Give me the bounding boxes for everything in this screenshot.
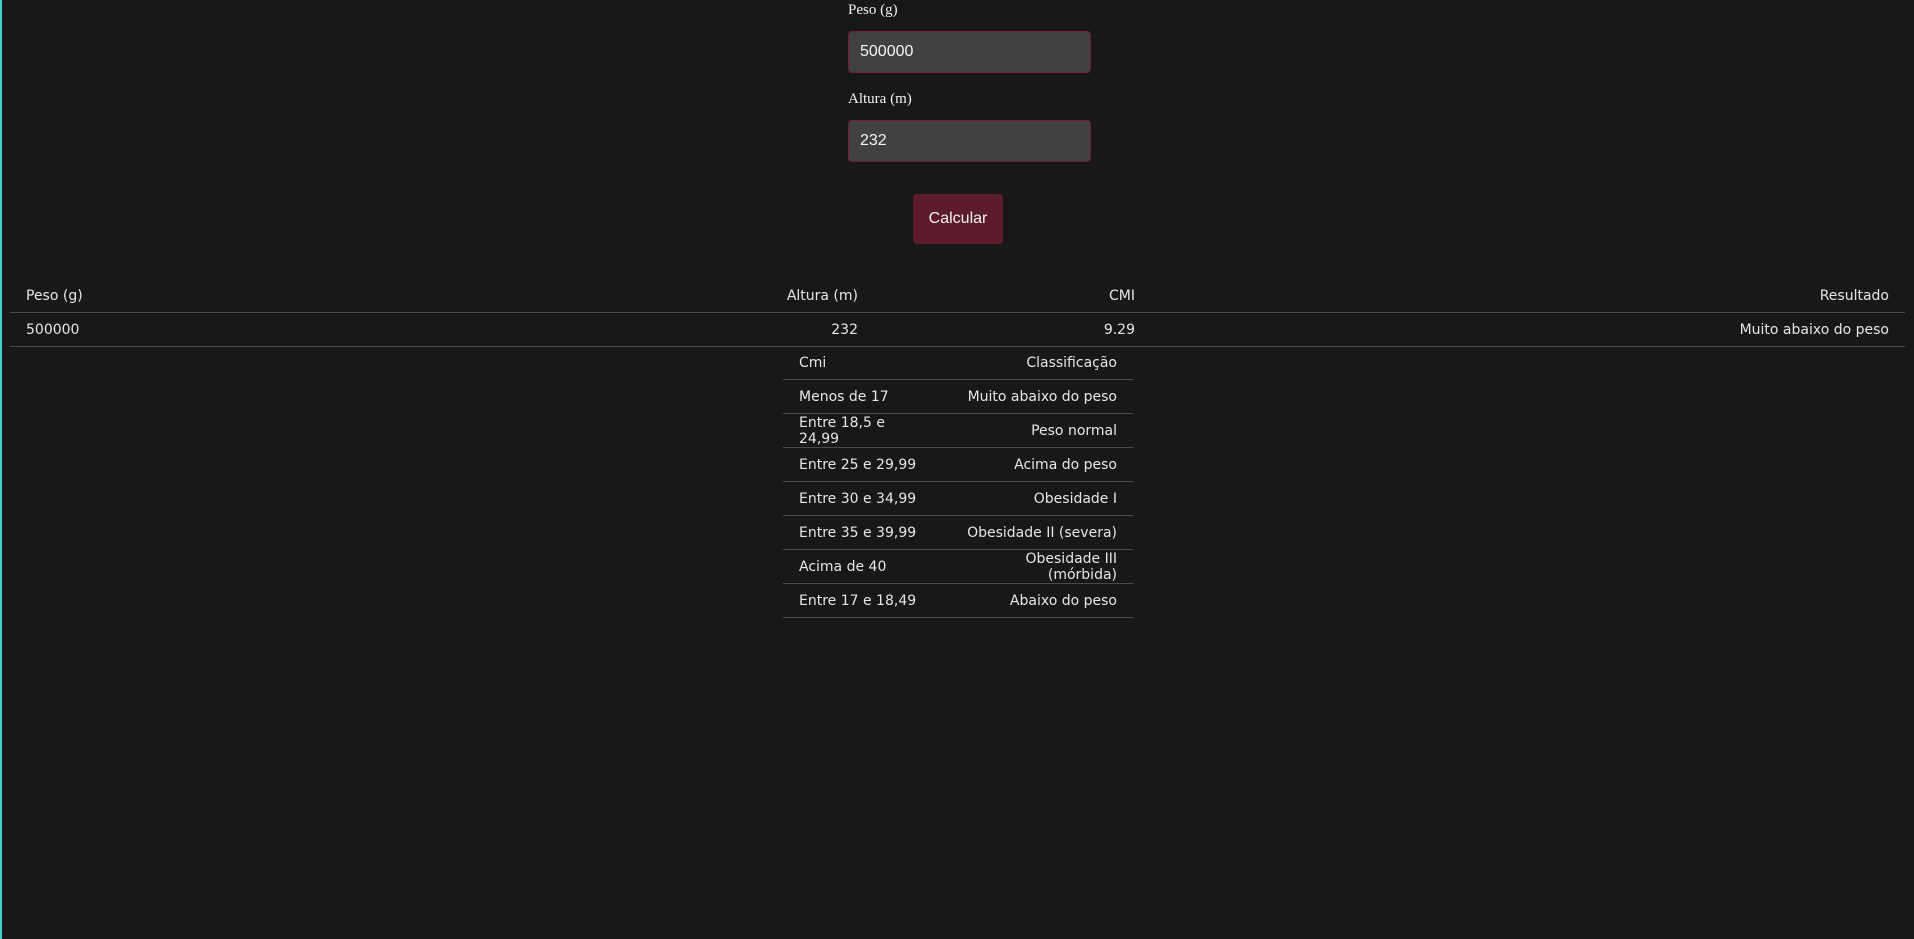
table-row: Menos de 17 Muito abaixo do peso <box>783 380 1133 414</box>
classification-header-row: Cmi Classificação <box>783 346 1133 380</box>
results-header-cmi: CMI <box>1109 287 1135 304</box>
classification-range-cell: Entre 25 e 29,99 <box>799 456 917 473</box>
classification-range-cell: Entre 35 e 39,99 <box>799 524 917 541</box>
classification-header-classificacao: Classificação <box>1026 354 1117 371</box>
results-header-row: Peso (g) Altura (m) CMI Resultado <box>10 279 1905 313</box>
classification-label-cell: Muito abaixo do peso <box>967 388 1117 405</box>
classification-range-cell: Entre 17 e 18,49 <box>799 592 917 609</box>
table-row: 500000 232 9.29 Muito abaixo do peso <box>10 313 1905 347</box>
peso-input[interactable] <box>848 31 1091 73</box>
result-cmi-cell: 9.29 <box>1103 321 1135 338</box>
altura-input[interactable] <box>848 120 1091 162</box>
table-row: Acima de 40 Obesidade III (mórbida) <box>783 550 1133 584</box>
results-table: Peso (g) Altura (m) CMI Resultado 500000… <box>10 279 1905 347</box>
result-altura-cell: 232 <box>831 321 858 338</box>
calcular-button[interactable]: Calcular <box>913 194 1003 244</box>
altura-label: Altura (m) <box>848 91 912 107</box>
classification-label-cell: Acima do peso <box>1014 456 1117 473</box>
table-row: Entre 35 e 39,99 Obesidade II (severa) <box>783 516 1133 550</box>
classification-label-cell: Abaixo do peso <box>1009 592 1117 609</box>
classification-range-cell: Entre 30 e 34,99 <box>799 490 917 507</box>
table-row: Entre 18,5 e 24,99 Peso normal <box>783 414 1133 448</box>
table-row: Entre 17 e 18,49 Abaixo do peso <box>783 584 1133 618</box>
table-row: Entre 25 e 29,99 Acima do peso <box>783 448 1133 482</box>
classification-label-cell: Obesidade III (mórbida) <box>1025 550 1117 583</box>
classification-label-cell: Peso normal <box>1031 422 1117 439</box>
classification-range-cell: Entre 18,5 e 24,99 <box>799 414 885 447</box>
result-resultado-cell: Muito abaixo do peso <box>1739 321 1889 338</box>
left-accent-bar <box>0 0 2 939</box>
peso-label: Peso (g) <box>848 2 898 18</box>
classification-range-cell: Acima de 40 <box>799 558 887 575</box>
classification-label-cell: Obesidade II (severa) <box>967 524 1117 541</box>
table-row: Entre 30 e 34,99 Obesidade I <box>783 482 1133 516</box>
results-header-resultado: Resultado <box>1819 287 1889 304</box>
classification-range-cell: Menos de 17 <box>799 388 889 405</box>
results-header-altura: Altura (m) <box>786 287 858 304</box>
classification-header-cmi: Cmi <box>799 354 827 371</box>
result-peso-cell: 500000 <box>26 321 80 338</box>
classification-table: Cmi Classificação Menos de 17 Muito abai… <box>783 346 1133 618</box>
results-header-peso: Peso (g) <box>26 287 83 304</box>
classification-label-cell: Obesidade I <box>1033 490 1117 507</box>
